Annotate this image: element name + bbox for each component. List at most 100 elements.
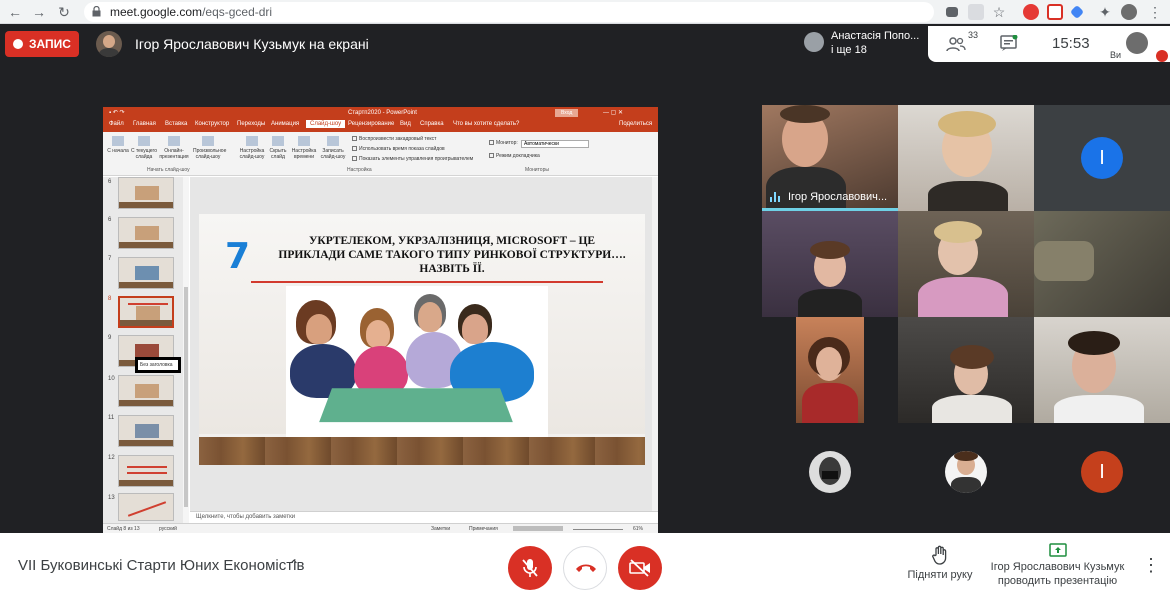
leave-call-button[interactable] (563, 546, 607, 590)
camera-indicator-icon[interactable] (946, 7, 958, 17)
camera-toggle-button[interactable] (618, 546, 662, 590)
thumbnail-tooltip: Без заголовка (135, 357, 181, 373)
participant-tile[interactable] (898, 105, 1034, 211)
presenting-status-button[interactable]: Ігор Ярославович Кузьмук проводить презе… (990, 543, 1125, 588)
participant-tile-no-video[interactable]: І (1034, 105, 1170, 211)
ppt-tab: Справка (420, 121, 444, 127)
notification-line1: Анастасія Попо... (831, 30, 920, 42)
reload-icon[interactable]: ↻ (55, 3, 73, 21)
thumb-number: 6 (108, 217, 112, 223)
extensions-puzzle-icon[interactable]: ✦ (1096, 3, 1114, 21)
ppt-tab: Вид (400, 121, 411, 127)
address-bar[interactable]: meet.google.com/eqs-gced-dri (84, 2, 934, 22)
slide-thumbnail-selected (118, 296, 174, 328)
join-notification[interactable]: Анастасія Попо... і ще 18 (796, 26, 926, 60)
ppt-tab: Анимация (271, 121, 300, 127)
mic-toggle-button[interactable] (508, 546, 552, 590)
me-label: Ви (1110, 50, 1122, 60)
participant-tile[interactable] (1034, 211, 1170, 317)
thumb-number: 6 (108, 179, 112, 185)
hang-up-icon (576, 564, 596, 572)
browser-menu-icon[interactable]: ⋮ (1146, 3, 1164, 21)
ppt-monitor-label: Монитор: (489, 140, 518, 146)
thumbnail-scrollbar (183, 177, 189, 523)
record-dot-icon (13, 39, 23, 49)
ppt-tab-active: Слайд-шоу (306, 120, 346, 128)
raise-hand-button[interactable]: Підняти руку (900, 545, 980, 581)
chevron-up-icon[interactable]: ⌃ (288, 557, 300, 574)
extension-icon[interactable] (1047, 4, 1063, 20)
thumb-number: 12 (108, 455, 115, 461)
translate-icon[interactable] (968, 4, 984, 20)
meeting-info-panel: 33 15:53 Ви (928, 26, 1170, 62)
opera-extension-icon[interactable] (1023, 4, 1039, 20)
ppt-ribbon-button: Онлайн-презентация (159, 136, 189, 160)
ppt-tab: Файл (109, 121, 124, 127)
top-right-area: Анастасія Попо... і ще 18 33 15:53 Ви (796, 26, 1170, 62)
participant-tile-no-video[interactable]: І (1034, 423, 1170, 529)
slide-headline: УКРТЕЛЕКОМ, УКРЗАЛІЗНИЦЯ, MICROSOFT – ЦЕ… (278, 235, 626, 275)
slide-wood-floor (199, 437, 645, 465)
ppt-group-label: Настройка (347, 167, 372, 173)
speaking-indicator-icon (770, 192, 782, 202)
ppt-ribbon: С начала С текущего слайда Онлайн-презен… (103, 132, 658, 176)
extension-blue-icon[interactable] (1069, 4, 1085, 20)
participant-tile[interactable] (898, 317, 1034, 423)
presenting-line2: проводить презентацію (997, 575, 1118, 587)
ppt-tab: Рецензирование (348, 121, 395, 127)
chat-icon[interactable] (1000, 35, 1018, 52)
participants-grid: Ігор Ярославович... І І (762, 105, 1170, 532)
participant-tile-speaker[interactable]: Ігор Ярославович... (762, 105, 898, 211)
participant-tile[interactable] (898, 211, 1034, 317)
ppt-statusbar: Слайд 8 из 13 русский Заметки Примечания… (103, 523, 658, 533)
participants-count: 33 (968, 30, 979, 40)
ppt-notes-toggle: Заметки (431, 526, 451, 532)
ppt-checkbox: Воспроизвести закадровый текст (352, 136, 436, 142)
more-options-icon[interactable]: ⋮ (1142, 555, 1160, 576)
current-slide: 7 УКРТЕЛЕКОМ, УКРЗАЛІЗНИЦЯ, MICROSOFT – … (199, 214, 645, 465)
ppt-tabs: Файл Главная Вставка Конструктор Переход… (103, 119, 658, 132)
people-icon[interactable] (946, 36, 966, 52)
editor-hscroll (190, 473, 658, 481)
ppt-tab: Переходы (237, 121, 266, 127)
monopoly-board (319, 388, 513, 423)
my-avatar[interactable] (1126, 32, 1148, 54)
ppt-comments-toggle: Примечания (469, 526, 498, 532)
ppt-ribbon-button: С текущего слайда (129, 136, 159, 160)
ppt-ribbon-button: Настройка времени (289, 136, 319, 160)
thumb-number: 13 (108, 495, 115, 501)
profile-avatar-icon[interactable] (1121, 4, 1137, 20)
slide-thumbnail (118, 217, 174, 249)
participant-tile-no-video[interactable] (762, 423, 898, 529)
participant-tile[interactable] (762, 317, 898, 423)
ppt-checkbox: Показать элементы управления проигрывате… (352, 156, 473, 162)
participant-letter-avatar: І (1081, 451, 1123, 493)
participant-tile[interactable] (762, 211, 898, 317)
ppt-save-icon: ▪ ↶ ↷ (109, 110, 125, 116)
ppt-checkbox: Использовать время показа слайдов (352, 146, 445, 152)
recording-badge: ЗАПИС (5, 31, 79, 57)
ppt-ribbon-button: Записать слайд-шоу (318, 136, 348, 160)
ppt-group-label: Мониторы (525, 167, 549, 173)
browser-toolbar: ← → ↻ meet.google.com/eqs-gced-dri ☆ ✦ ⋮ (0, 0, 1170, 24)
ppt-zoom-level: 61% (633, 526, 644, 532)
presentation-title: Ігор Ярославович Кузьмук на екрані (135, 36, 369, 52)
participant-tile[interactable] (1034, 317, 1170, 423)
meeting-title[interactable]: VII Буковинські Старти Юних Економістів (18, 557, 304, 574)
ppt-view-buttons (513, 526, 563, 531)
thumb-number: 11 (108, 415, 115, 421)
editor-vscroll (652, 177, 658, 511)
star-icon[interactable]: ☆ (990, 3, 1008, 21)
participant-tile-no-video[interactable] (898, 423, 1034, 529)
present-screen-icon (1048, 543, 1067, 557)
hand-icon (932, 545, 947, 565)
thumb-number: 10 (108, 376, 115, 382)
back-icon[interactable]: ← (6, 3, 24, 21)
participant-letter-avatar: І (1081, 137, 1123, 179)
forward-icon[interactable]: → (30, 3, 48, 21)
recording-label: ЗАПИС (29, 37, 71, 51)
slide-divider (251, 281, 603, 283)
mic-off-icon (522, 559, 538, 577)
slide-thumbnail (118, 455, 174, 487)
presenting-line1: Ігор Ярославович Кузьмук (990, 561, 1125, 573)
